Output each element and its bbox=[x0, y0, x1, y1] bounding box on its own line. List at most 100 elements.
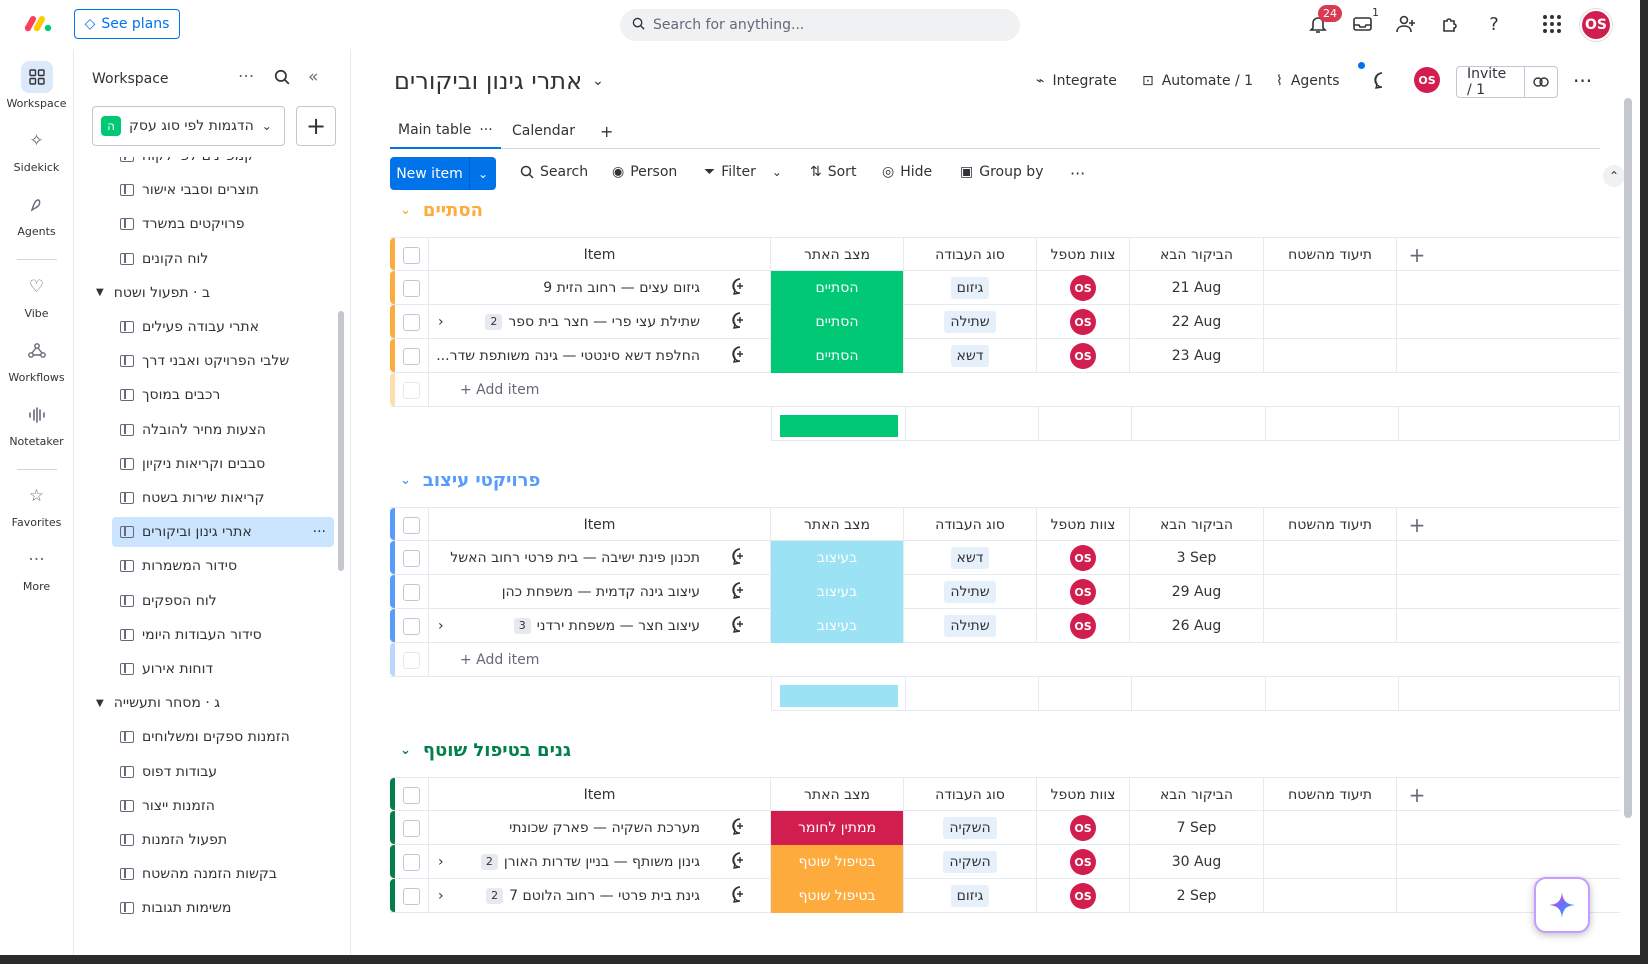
sidebar-folder[interactable]: ▼ ג · מסחר ותעשייה bbox=[96, 688, 220, 718]
item-name[interactable]: עיצוב גינה קדמית — משפחת כהן bbox=[456, 575, 700, 609]
sidebar-item-board[interactable]: סידור העבודות היומי bbox=[112, 620, 334, 650]
item-name[interactable]: החלפת דשא סינטטי — גינה משותפת שדר... bbox=[436, 339, 700, 373]
help-icon[interactable]: ? bbox=[1482, 12, 1506, 36]
board-owner-avatar[interactable]: OS bbox=[1414, 67, 1440, 93]
team-cell[interactable]: OS bbox=[1037, 305, 1130, 339]
sidebar-item-board[interactable]: בקשות הזמנה מהשטח bbox=[112, 859, 334, 889]
sidebar-item-board[interactable]: קריאות שירות בשטח bbox=[112, 483, 334, 513]
item-name[interactable]: מערכת השקיה — פארק שכונתי bbox=[456, 811, 700, 845]
item-name[interactable]: עיצוב חצר — משפחת ירדני 3 bbox=[456, 609, 700, 643]
date-cell[interactable]: 30 Aug bbox=[1130, 845, 1264, 879]
date-cell[interactable]: 21 Aug bbox=[1130, 271, 1264, 305]
item-name[interactable]: גיזום עצים — רחוב הזית 9 bbox=[456, 271, 700, 305]
table-row[interactable]: גיזום עצים — רחוב הזית 9 הסתיים גיזום OS 21 … bbox=[390, 271, 1620, 305]
checkbox[interactable] bbox=[403, 819, 420, 837]
item-name[interactable]: גינת בית פרטי — רחוב הלוטם 7 2 bbox=[456, 879, 700, 913]
nav-sidekick[interactable]: ✧ Sidekick bbox=[0, 125, 73, 174]
team-cell[interactable]: OS bbox=[1037, 879, 1130, 913]
field-doc-cell[interactable] bbox=[1264, 879, 1397, 913]
date-cell[interactable]: 3 Sep bbox=[1130, 541, 1264, 575]
board-title[interactable]: אתרי גינון וביקורים ⌄ bbox=[394, 67, 604, 95]
table-row[interactable]: › עיצוב חצר — משפחת ירדני 3 בעיצוב שתילה OS 26… bbox=[390, 609, 1620, 643]
sort-button[interactable]: ⇅ Sort bbox=[810, 164, 856, 180]
filter-button[interactable]: ⏷ Filter ⌄ bbox=[704, 164, 782, 180]
table-row[interactable]: החלפת דשא סינטטי — גינה משותפת שדר... הסת… bbox=[390, 339, 1620, 373]
field-doc-cell[interactable] bbox=[1264, 575, 1397, 609]
item-name[interactable]: תכנון פינת ישיבה — בית פרטי רחוב האשל bbox=[450, 541, 700, 575]
status-cell[interactable]: בטיפול שוטף bbox=[771, 845, 904, 879]
nav-notetaker[interactable]: Notetaker bbox=[0, 399, 73, 448]
automate-button[interactable]: ⊡ Automate / 1 bbox=[1142, 73, 1253, 89]
team-cell[interactable]: OS bbox=[1037, 811, 1130, 845]
checkbox[interactable] bbox=[403, 246, 420, 264]
nav-workspace[interactable]: Workspace bbox=[0, 61, 73, 110]
main-scrollbar[interactable] bbox=[1624, 98, 1632, 818]
comment-icon[interactable] bbox=[1373, 71, 1391, 89]
date-cell[interactable]: 22 Aug bbox=[1130, 305, 1264, 339]
row-select-cell[interactable] bbox=[395, 845, 429, 879]
sidebar-item-board[interactable]: רכבים במוסך bbox=[112, 380, 334, 410]
checkbox[interactable] bbox=[403, 549, 420, 567]
row-select-cell[interactable] bbox=[395, 811, 429, 845]
checkbox[interactable] bbox=[403, 583, 420, 601]
person-filter-button[interactable]: ◉ Person bbox=[612, 164, 677, 180]
status-summary-bar[interactable] bbox=[780, 685, 898, 707]
row-select-cell[interactable] bbox=[395, 879, 429, 913]
status-cell[interactable]: בטיפול שוטף bbox=[771, 879, 904, 913]
chevron-right-icon[interactable]: › bbox=[438, 879, 444, 913]
board-menu-icon[interactable]: ··· bbox=[1573, 69, 1592, 93]
column-header-next-visit[interactable]: הביקור הבא bbox=[1130, 508, 1264, 542]
status-cell[interactable]: בעיצוב bbox=[771, 575, 904, 609]
row-select-cell[interactable] bbox=[395, 305, 429, 339]
chevron-right-icon[interactable]: › bbox=[438, 845, 444, 879]
tab-calendar[interactable]: Calendar bbox=[512, 113, 575, 149]
row-select-cell[interactable] bbox=[395, 609, 429, 643]
add-update-button[interactable] bbox=[709, 811, 771, 845]
add-update-button[interactable] bbox=[709, 845, 771, 879]
sidebar-item-board[interactable]: סידור המשמרות bbox=[112, 551, 334, 581]
add-column-button[interactable]: + bbox=[1397, 238, 1437, 272]
toolbar-more-icon[interactable]: ··· bbox=[1070, 164, 1085, 183]
chevron-down-icon[interactable]: ⌄ bbox=[400, 203, 411, 218]
add-column-button[interactable]: + bbox=[1397, 778, 1437, 812]
field-doc-cell[interactable] bbox=[1264, 845, 1397, 879]
nav-agents[interactable]: Agents bbox=[0, 189, 73, 238]
type-cell[interactable]: דשא bbox=[904, 541, 1037, 575]
add-update-button[interactable] bbox=[709, 575, 771, 609]
add-update-button[interactable] bbox=[709, 879, 771, 913]
column-header-field-doc[interactable]: תיעוד מהשטח bbox=[1264, 778, 1397, 812]
checkbox[interactable] bbox=[403, 786, 420, 804]
item-options-icon[interactable]: ··· bbox=[313, 524, 326, 540]
add-update-button[interactable] bbox=[709, 609, 771, 643]
field-doc-cell[interactable] bbox=[1264, 339, 1397, 373]
date-cell[interactable]: 7 Sep bbox=[1130, 811, 1264, 845]
nav-vibe[interactable]: ♡ Vibe bbox=[0, 271, 73, 320]
add-update-button[interactable] bbox=[709, 541, 771, 575]
type-cell[interactable]: השקיה bbox=[904, 811, 1037, 845]
column-header-type[interactable]: סוג העבודה bbox=[904, 238, 1037, 272]
type-cell[interactable]: שתילה bbox=[904, 305, 1037, 339]
column-header-type[interactable]: סוג העבודה bbox=[904, 508, 1037, 542]
status-summary-bar[interactable] bbox=[780, 415, 898, 437]
column-header-status[interactable]: מצב האתר bbox=[771, 508, 904, 542]
checkbox[interactable] bbox=[403, 617, 420, 635]
add-item-row[interactable]: + Add item bbox=[390, 373, 1620, 407]
link-icon[interactable] bbox=[1525, 67, 1557, 97]
column-header-type[interactable]: סוג העבודה bbox=[904, 778, 1037, 812]
monday-logo[interactable] bbox=[24, 15, 54, 33]
column-header-status[interactable]: מצב האתר bbox=[771, 238, 904, 272]
sidebar-folder[interactable]: ▼ ב · תפעול ושטח bbox=[96, 278, 210, 308]
field-doc-cell[interactable] bbox=[1264, 811, 1397, 845]
type-cell[interactable]: שתילה bbox=[904, 609, 1037, 643]
add-column-button[interactable]: + bbox=[1397, 508, 1437, 542]
sidebar-item-board[interactable]: הזמנות ייצור bbox=[112, 791, 334, 821]
date-cell[interactable]: 23 Aug bbox=[1130, 339, 1264, 373]
type-cell[interactable]: דשא bbox=[904, 339, 1037, 373]
checkbox[interactable] bbox=[403, 853, 420, 871]
nav-favorites[interactable]: ☆ Favorites bbox=[0, 480, 73, 529]
search-icon[interactable] bbox=[274, 69, 290, 90]
chevron-down-icon[interactable]: ⌄ bbox=[772, 165, 782, 179]
sidebar-item-board[interactable]: לוח הספקים bbox=[112, 586, 334, 616]
team-cell[interactable]: OS bbox=[1037, 609, 1130, 643]
column-header-team[interactable]: צוות מטפל bbox=[1037, 508, 1130, 542]
